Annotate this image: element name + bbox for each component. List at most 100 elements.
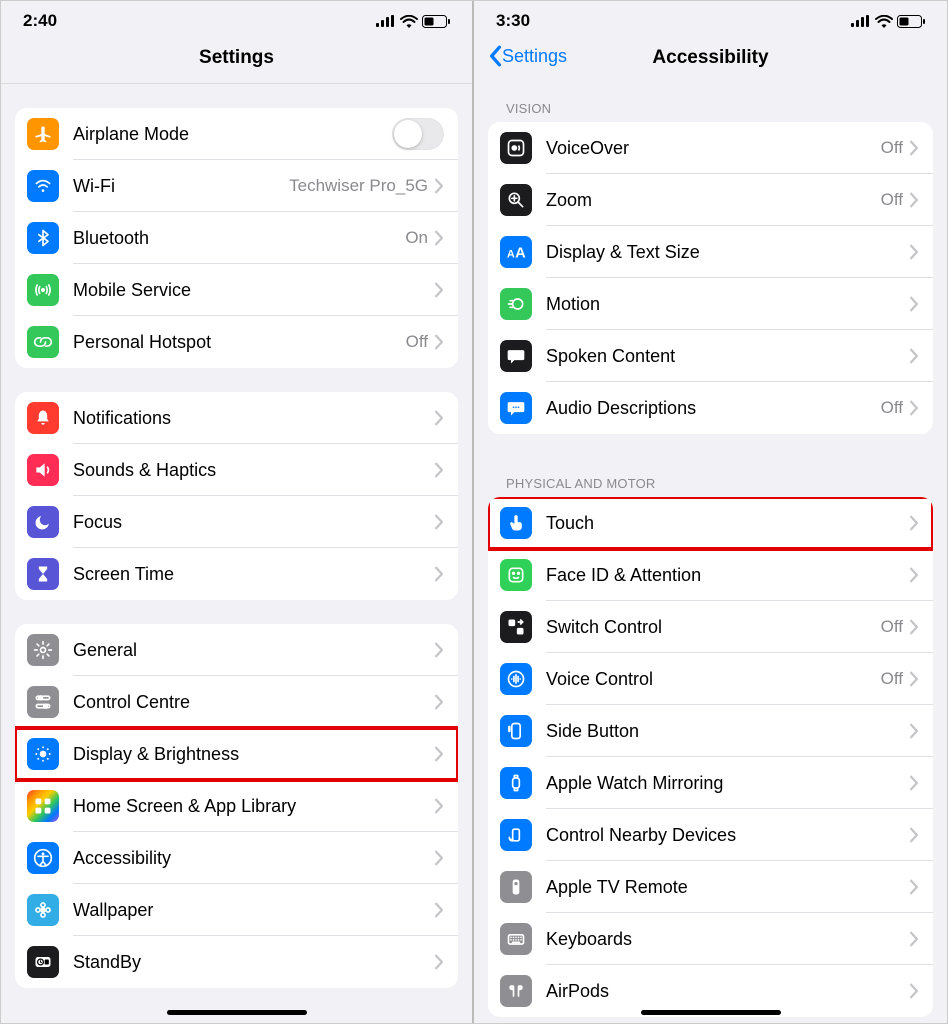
status-indicators: [851, 15, 925, 28]
antenna-icon: [27, 274, 59, 306]
ad-icon: [500, 392, 532, 424]
row-motion[interactable]: Motion: [488, 278, 933, 330]
row-standby[interactable]: StandBy: [15, 936, 458, 988]
sidebtn-icon: [500, 715, 532, 747]
chevron-right-icon: [909, 515, 919, 531]
chevron-right-icon: [909, 723, 919, 739]
status-bar: 2:40: [1, 1, 472, 37]
row-wallpaper[interactable]: Wallpaper: [15, 884, 458, 936]
header: Settings: [1, 37, 472, 84]
row-switch-control[interactable]: Switch ControlOff: [488, 601, 933, 653]
chevron-right-icon: [909, 244, 919, 260]
row-home-screen[interactable]: Home Screen & App Library: [15, 780, 458, 832]
row-side-button[interactable]: Side Button: [488, 705, 933, 757]
row-spoken-content[interactable]: Spoken Content: [488, 330, 933, 382]
bluetooth-icon: [27, 222, 59, 254]
home-indicator[interactable]: [641, 1010, 781, 1015]
row-apple-watch-mirroring[interactable]: Apple Watch Mirroring: [488, 757, 933, 809]
voicectl-icon: [500, 663, 532, 695]
link-icon: [27, 326, 59, 358]
settings-list[interactable]: Airplane Mode Wi-FiTechwiser Pro_5GBlueto…: [1, 84, 472, 1023]
chevron-right-icon: [434, 954, 444, 970]
row-label: StandBy: [73, 952, 434, 973]
aa-icon: AA: [500, 236, 532, 268]
row-personal-hotspot[interactable]: Personal HotspotOff: [15, 316, 458, 368]
watch-icon: [500, 767, 532, 799]
chevron-right-icon: [434, 462, 444, 478]
row-accessibility[interactable]: Accessibility: [15, 832, 458, 884]
chevron-right-icon: [434, 694, 444, 710]
moon-icon: [27, 506, 59, 538]
row-value: Off: [881, 398, 903, 418]
row-sounds-haptics[interactable]: Sounds & Haptics: [15, 444, 458, 496]
chevron-right-icon: [909, 140, 919, 156]
switch-icon: [500, 611, 532, 643]
flower-icon: [27, 894, 59, 926]
chevron-right-icon: [434, 566, 444, 582]
row-display-brightness[interactable]: Display & Brightness: [15, 728, 458, 780]
row-voiceover[interactable]: VoiceOverOff: [488, 122, 933, 174]
row-label: Screen Time: [73, 564, 434, 585]
signal-icon: [376, 15, 396, 27]
row-display-text-size[interactable]: AADisplay & Text Size: [488, 226, 933, 278]
row-notifications[interactable]: Notifications: [15, 392, 458, 444]
settings-group: VoiceOverOffZoomOffAADisplay & Text Size…: [488, 122, 933, 434]
row-touch[interactable]: Touch: [488, 497, 933, 549]
voiceover-icon: [500, 132, 532, 164]
row-keyboards[interactable]: Keyboards: [488, 913, 933, 965]
section-header: PHYSICAL AND MOTOR: [488, 458, 933, 497]
chevron-right-icon: [434, 230, 444, 246]
row-bluetooth[interactable]: BluetoothOn: [15, 212, 458, 264]
row-label: Focus: [73, 512, 434, 533]
chevron-right-icon: [434, 642, 444, 658]
svg-text:A: A: [515, 246, 526, 262]
chevron-right-icon: [909, 827, 919, 843]
chevron-right-icon: [909, 348, 919, 364]
row-value: Off: [881, 617, 903, 637]
row-label: Touch: [546, 513, 909, 534]
signal-icon: [851, 15, 871, 27]
speaker-icon: [27, 454, 59, 486]
back-button[interactable]: Settings: [486, 45, 567, 67]
row-label: Keyboards: [546, 929, 909, 950]
row-label: Display & Brightness: [73, 744, 434, 765]
settings-group: General Control Centre Display & Brightnes…: [15, 624, 458, 988]
accessibility-list[interactable]: VISIONVoiceOverOffZoomOffAADisplay & Tex…: [474, 83, 947, 1023]
airpods-icon: [500, 975, 532, 1007]
row-audio-descriptions[interactable]: Audio DescriptionsOff: [488, 382, 933, 434]
chevron-right-icon: [909, 619, 919, 635]
row-zoom[interactable]: ZoomOff: [488, 174, 933, 226]
row-label: Face ID & Attention: [546, 565, 909, 586]
wifi-icon: [27, 170, 59, 202]
bell-icon: [27, 402, 59, 434]
row-value: Techwiser Pro_5G: [289, 176, 428, 196]
header: Settings Accessibility: [474, 37, 947, 83]
home-indicator[interactable]: [167, 1010, 307, 1015]
battery-icon: [422, 15, 450, 28]
row-label: Home Screen & App Library: [73, 796, 434, 817]
row-general[interactable]: General: [15, 624, 458, 676]
chevron-right-icon: [909, 879, 919, 895]
row-screen-time[interactable]: Screen Time: [15, 548, 458, 600]
row-label: Sounds & Haptics: [73, 460, 434, 481]
row-control-nearby[interactable]: Control Nearby Devices: [488, 809, 933, 861]
row-label: General: [73, 640, 434, 661]
row-control-centre[interactable]: Control Centre: [15, 676, 458, 728]
row-apple-tv-remote[interactable]: Apple TV Remote: [488, 861, 933, 913]
face-icon: [500, 559, 532, 591]
row-label: Apple Watch Mirroring: [546, 773, 909, 794]
chevron-right-icon: [909, 296, 919, 312]
sun-icon: [27, 738, 59, 770]
back-label: Settings: [502, 46, 567, 67]
row-label: Airplane Mode: [73, 124, 392, 145]
row-mobile-service[interactable]: Mobile Service: [15, 264, 458, 316]
chevron-right-icon: [909, 931, 919, 947]
row-focus[interactable]: Focus: [15, 496, 458, 548]
settings-group: Airplane Mode Wi-FiTechwiser Pro_5GBlueto…: [15, 108, 458, 368]
row-face-id-attention[interactable]: Face ID & Attention: [488, 549, 933, 601]
row-airplane-mode[interactable]: Airplane Mode: [15, 108, 458, 160]
zoom-icon: [500, 184, 532, 216]
row-wifi[interactable]: Wi-FiTechwiser Pro_5G: [15, 160, 458, 212]
row-voice-control[interactable]: Voice ControlOff: [488, 653, 933, 705]
toggle-airplane-mode[interactable]: [392, 118, 444, 150]
